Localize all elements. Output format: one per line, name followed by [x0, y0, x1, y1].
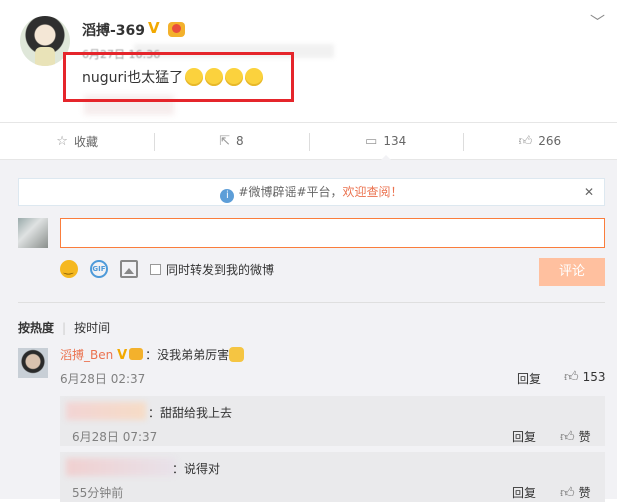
repost-button[interactable]: ⇱ 8	[154, 123, 308, 159]
reply-like-label: 赞	[578, 486, 591, 500]
medal-icon	[168, 22, 185, 37]
commenter-avatar[interactable]	[18, 348, 48, 378]
like-button[interactable]: 👍︎ 266	[462, 123, 617, 159]
blurred-reply-author	[66, 402, 146, 420]
comment-icon: ▭	[365, 133, 378, 149]
star-icon: ☆	[56, 133, 68, 149]
notice-link-topic[interactable]: #微博辟谣#平台，	[238, 185, 342, 199]
thumbs-up-icon: 👍︎	[518, 133, 533, 149]
thumbs-up-icon: 👍︎	[560, 429, 575, 445]
thumbs-up-emoji-icon	[229, 347, 245, 362]
comment-time: 6月28日 02:37	[60, 372, 146, 386]
verified-icon: V	[117, 348, 128, 363]
highlight-box	[63, 52, 294, 102]
sync-repost-label[interactable]: 同时转发到我的微博	[166, 261, 274, 278]
blurred-reply-author	[66, 458, 176, 476]
comment-like-count: 153	[582, 370, 606, 384]
comment-section: i#微博辟谣#平台，欢迎查阅！ ✕ GIF 同时转发到我的微博 评论 按热度|按…	[0, 160, 617, 502]
close-icon[interactable]: ✕	[584, 179, 594, 205]
sync-repost-checkbox[interactable]	[150, 263, 161, 275]
sort-by-time-tab[interactable]: 按时间	[74, 321, 110, 335]
chevron-down-icon[interactable]: ﹀	[590, 11, 605, 32]
like-count: 266	[538, 134, 562, 148]
composer-toolbar: GIF 同时转发到我的微博	[60, 259, 274, 279]
gif-icon[interactable]: GIF	[90, 260, 108, 278]
comment-reply-button[interactable]: 回复	[517, 370, 541, 387]
weibo-post: 滔搏-369 V ﹀ 6月27日 16:36 nuguri也太猛了	[0, 0, 617, 122]
divider	[18, 302, 605, 303]
image-upload-icon[interactable]	[120, 260, 138, 278]
reply-item: ：说得对 55分钟前 回复 👍︎ 赞	[60, 452, 605, 502]
reply-text: ：说得对	[172, 462, 221, 476]
current-user-avatar	[18, 218, 48, 248]
comment-input[interactable]	[60, 218, 605, 248]
post-author-name[interactable]: 滔搏-369	[82, 20, 145, 40]
favorite-button[interactable]: ☆ 收藏	[0, 123, 154, 159]
post-action-bar: ☆ 收藏 ⇱ 8 ▭ 134 👍︎ 266	[0, 122, 617, 160]
reply-reply-button[interactable]: 回复	[512, 484, 536, 501]
comment-count: 134	[383, 134, 407, 148]
info-icon: i	[220, 189, 235, 203]
rumor-notice-banner: i #微博辟谣#平台，欢迎查阅！ ✕	[18, 178, 605, 206]
reply-text: ：甜甜给我上去	[148, 406, 233, 420]
reply-time: 55分钟前	[72, 486, 124, 500]
reply-reply-button[interactable]: 回复	[512, 428, 536, 445]
reply-like-button[interactable]: 👍︎ 赞	[560, 428, 591, 445]
thumbs-up-icon: 👍︎	[564, 369, 579, 385]
reply-item: ：甜甜给我上去 6月28日 07:37 回复 👍︎ 赞	[60, 396, 605, 446]
medal-icon	[129, 348, 144, 360]
share-icon: ⇱	[219, 133, 230, 149]
comment-line: 滔搏_Ben V ：没我弟弟厉害	[60, 346, 245, 363]
reply-like-button[interactable]: 👍︎ 赞	[560, 484, 591, 501]
notice-link-welcome[interactable]: 欢迎查阅！	[343, 185, 403, 199]
commenter-name[interactable]: 滔搏_Ben	[60, 348, 113, 362]
submit-comment-button[interactable]: 评论	[539, 258, 605, 286]
comment-button[interactable]: ▭ 134	[308, 123, 463, 160]
repost-count: 8	[236, 134, 244, 148]
favorite-label: 收藏	[73, 134, 98, 149]
verified-icon: V	[148, 19, 160, 37]
comment-like-button[interactable]: 👍︎ 153	[564, 368, 606, 385]
sort-separator: |	[62, 321, 67, 335]
emoji-picker-icon[interactable]	[60, 260, 78, 278]
reply-time: 6月28日 07:37	[72, 430, 158, 444]
sort-by-hot-tab[interactable]: 按热度	[18, 321, 54, 335]
comment-text: ：没我弟弟厉害	[145, 348, 230, 362]
reply-like-label: 赞	[578, 430, 591, 444]
comment-sort-tabs: 按热度 | 按时间	[18, 319, 110, 336]
